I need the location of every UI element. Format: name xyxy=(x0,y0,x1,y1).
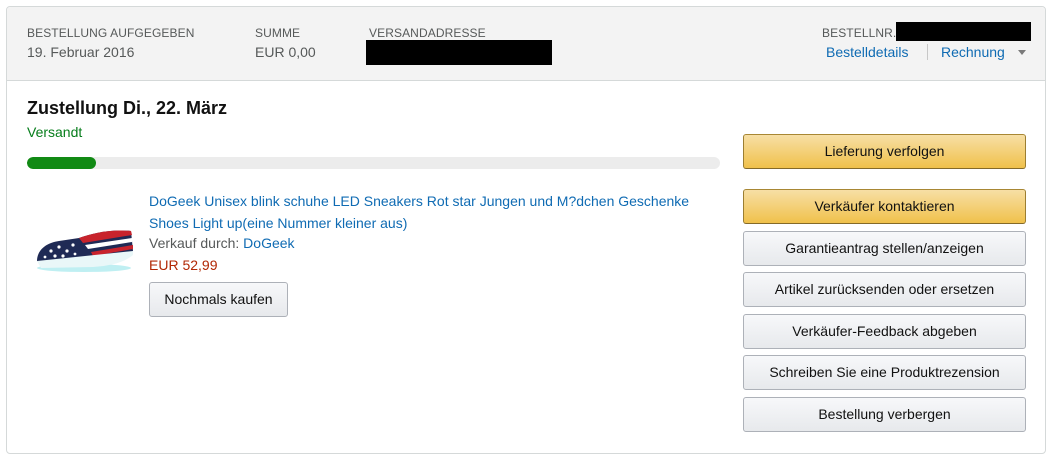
item-price: EUR 52,99 xyxy=(149,257,218,273)
seller-feedback-label: Verkäufer-Feedback abgeben xyxy=(792,323,977,339)
return-item-label: Artikel zurücksenden oder ersetzen xyxy=(774,281,995,297)
track-package-label: Lieferung verfolgen xyxy=(824,143,945,159)
buy-again-button[interactable]: Nochmals kaufen xyxy=(149,282,288,317)
order-placed-value: 19. Februar 2016 xyxy=(27,44,135,60)
header-divider xyxy=(927,44,928,60)
guarantee-claim-label: Garantieantrag stellen/anzeigen xyxy=(785,240,984,256)
order-card: BESTELLUNG AUFGEGEBEN 19. Februar 2016 S… xyxy=(6,6,1046,454)
total-label: SUMME xyxy=(255,26,301,40)
contact-seller-label: Verkäufer kontaktieren xyxy=(814,198,955,214)
hide-order-button[interactable]: Bestellung verbergen xyxy=(743,397,1026,432)
delivery-status: Versandt xyxy=(27,124,83,140)
chevron-down-icon[interactable] xyxy=(1018,50,1026,55)
guarantee-claim-button[interactable]: Garantieantrag stellen/anzeigen xyxy=(743,231,1026,266)
invoice-link[interactable]: Rechnung xyxy=(941,44,1005,60)
buy-again-label: Nochmals kaufen xyxy=(164,291,273,307)
sneaker-image[interactable] xyxy=(33,221,135,273)
product-title-link[interactable]: DoGeek Unisex blink schuhe LED Sneakers … xyxy=(149,190,729,234)
total-value: EUR 0,00 xyxy=(255,44,316,60)
delivery-progress-fill xyxy=(27,157,97,169)
ship-to-redacted xyxy=(366,40,552,65)
track-package-button[interactable]: Lieferung verfolgen xyxy=(743,134,1026,169)
write-review-label: Schreiben Sie eine Produktrezension xyxy=(769,364,1000,380)
delivery-progress-bar xyxy=(27,157,720,169)
order-number-label: BESTELLNR. xyxy=(822,26,897,40)
order-header: BESTELLUNG AUFGEGEBEN 19. Februar 2016 S… xyxy=(7,7,1045,81)
seller-link[interactable]: DoGeek xyxy=(243,235,294,251)
order-number-redacted xyxy=(896,22,1031,41)
sold-by: Verkauf durch: DoGeek xyxy=(149,235,295,251)
return-item-button[interactable]: Artikel zurücksenden oder ersetzen xyxy=(743,272,1026,307)
seller-feedback-button[interactable]: Verkäufer-Feedback abgeben xyxy=(743,314,1026,349)
write-review-button[interactable]: Schreiben Sie eine Produktrezension xyxy=(743,355,1026,390)
order-placed-label: BESTELLUNG AUFGEGEBEN xyxy=(27,26,195,40)
order-details-link[interactable]: Bestelldetails xyxy=(826,44,909,60)
sold-by-label: Verkauf durch: xyxy=(149,235,240,251)
hide-order-label: Bestellung verbergen xyxy=(818,406,951,422)
contact-seller-button[interactable]: Verkäufer kontaktieren xyxy=(743,189,1026,224)
ship-to-label: VERSANDADRESSE xyxy=(369,26,486,40)
delivery-title: Zustellung Di., 22. März xyxy=(27,98,228,118)
